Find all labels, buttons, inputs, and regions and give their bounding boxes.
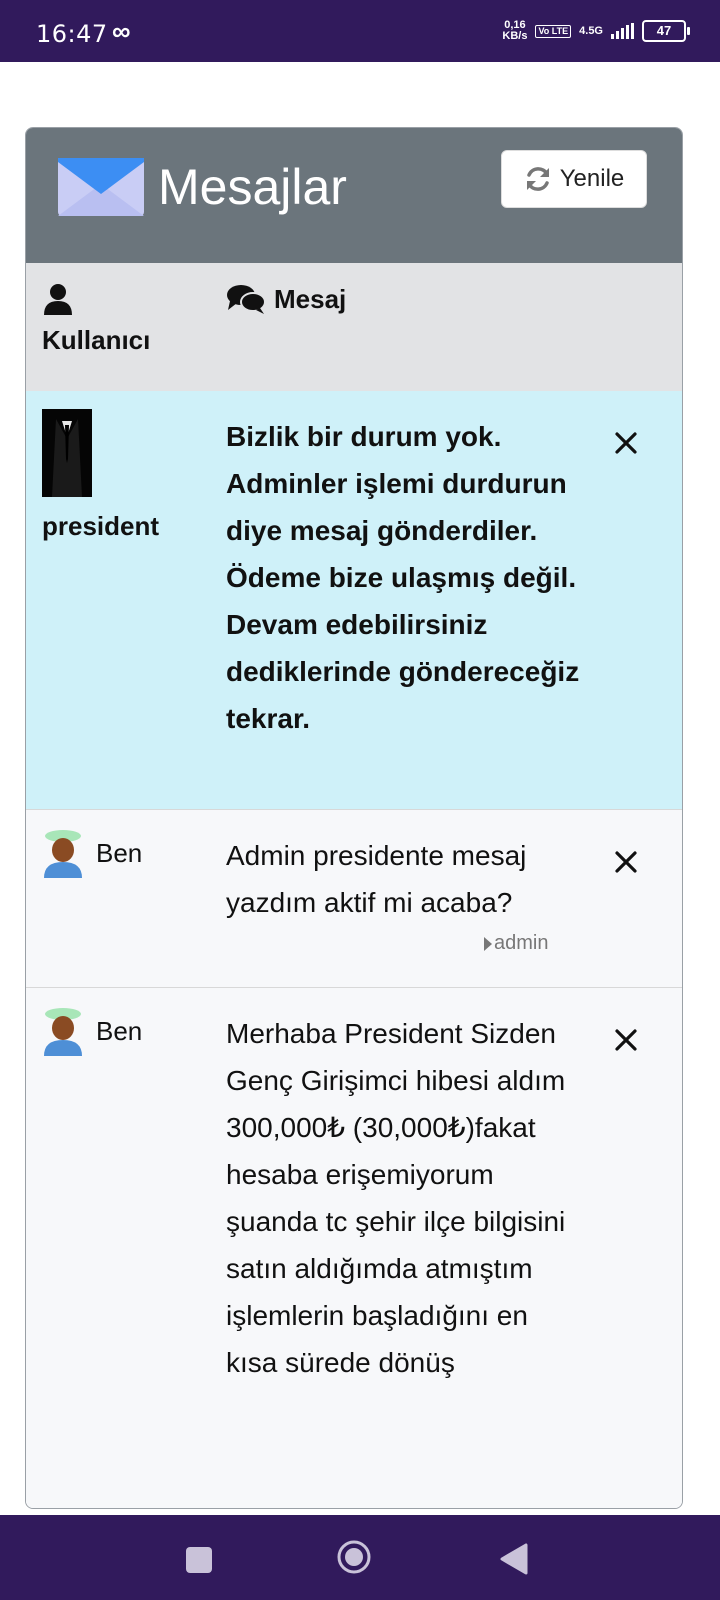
table-row: president Bizlik bir durum yok. Adminler… (26, 391, 682, 810)
navigation-bar (0, 1515, 720, 1600)
avatar (42, 409, 92, 497)
messages-card: Mesajlar Yenile Kullanıcı Mesaj presiden… (25, 127, 683, 1509)
column-message-label: Mesaj (274, 283, 347, 314)
status-icons: 0,16 KB/s Vo LTE 4.5G 47 (502, 19, 690, 42)
comments-icon (227, 285, 266, 314)
card-header: Mesajlar Yenile (26, 128, 682, 264)
avatar (44, 1008, 82, 1056)
refresh-label: Yenile (559, 165, 625, 192)
refresh-icon (526, 167, 549, 191)
avatar (44, 830, 82, 878)
username: president (42, 511, 160, 541)
clock: 16:47 (36, 20, 108, 48)
recipient-name: admin (494, 932, 549, 954)
message-user: Ben (42, 1006, 142, 1056)
message-user: Ben (42, 828, 142, 878)
delete-icon[interactable] (614, 431, 638, 455)
delete-icon[interactable] (614, 850, 638, 874)
table-row: Ben Merhaba President Sizden Genç Girişi… (26, 988, 682, 1508)
column-user-label: Kullanıcı (42, 325, 151, 355)
battery-icon: 47 (642, 20, 690, 42)
home-button[interactable] (337, 1540, 371, 1574)
delete-icon[interactable] (614, 1028, 638, 1052)
network-speed: 0,16 KB/s (502, 19, 528, 42)
refresh-button[interactable]: Yenile (501, 150, 647, 208)
page-title: Mesajlar (158, 159, 347, 215)
infinity-icon: ∞ (112, 16, 131, 46)
message-text: Admin presidente mesaj yazdım aktif mi a… (226, 840, 527, 918)
status-bar: 16:47 ∞ 0,16 KB/s Vo LTE 4.5G 47 (0, 0, 720, 62)
back-button[interactable] (500, 1543, 528, 1575)
column-message: Mesaj (226, 283, 346, 315)
username: Ben (96, 1015, 143, 1046)
signal-icon (611, 23, 634, 39)
volte-icon: Vo LTE (535, 24, 572, 38)
caret-right-icon (484, 936, 492, 951)
username: Ben (96, 837, 143, 868)
message-text: Bizlik bir durum yok. Adminler işlemi du… (226, 421, 580, 734)
column-user: Kullanıcı (42, 283, 150, 356)
table-header: Kullanıcı Mesaj (26, 263, 682, 392)
user-icon (44, 284, 72, 315)
envelope-icon (58, 158, 144, 216)
network-type: 4.5G (579, 24, 603, 37)
recipient-tag: admin (484, 932, 548, 955)
table-row: Ben Admin presidente mesaj yazdım aktif … (26, 810, 682, 988)
recent-apps-button[interactable] (186, 1547, 212, 1573)
message-user: president (42, 409, 159, 542)
message-text: Merhaba President Sizden Genç Girişimci … (226, 1018, 566, 1378)
